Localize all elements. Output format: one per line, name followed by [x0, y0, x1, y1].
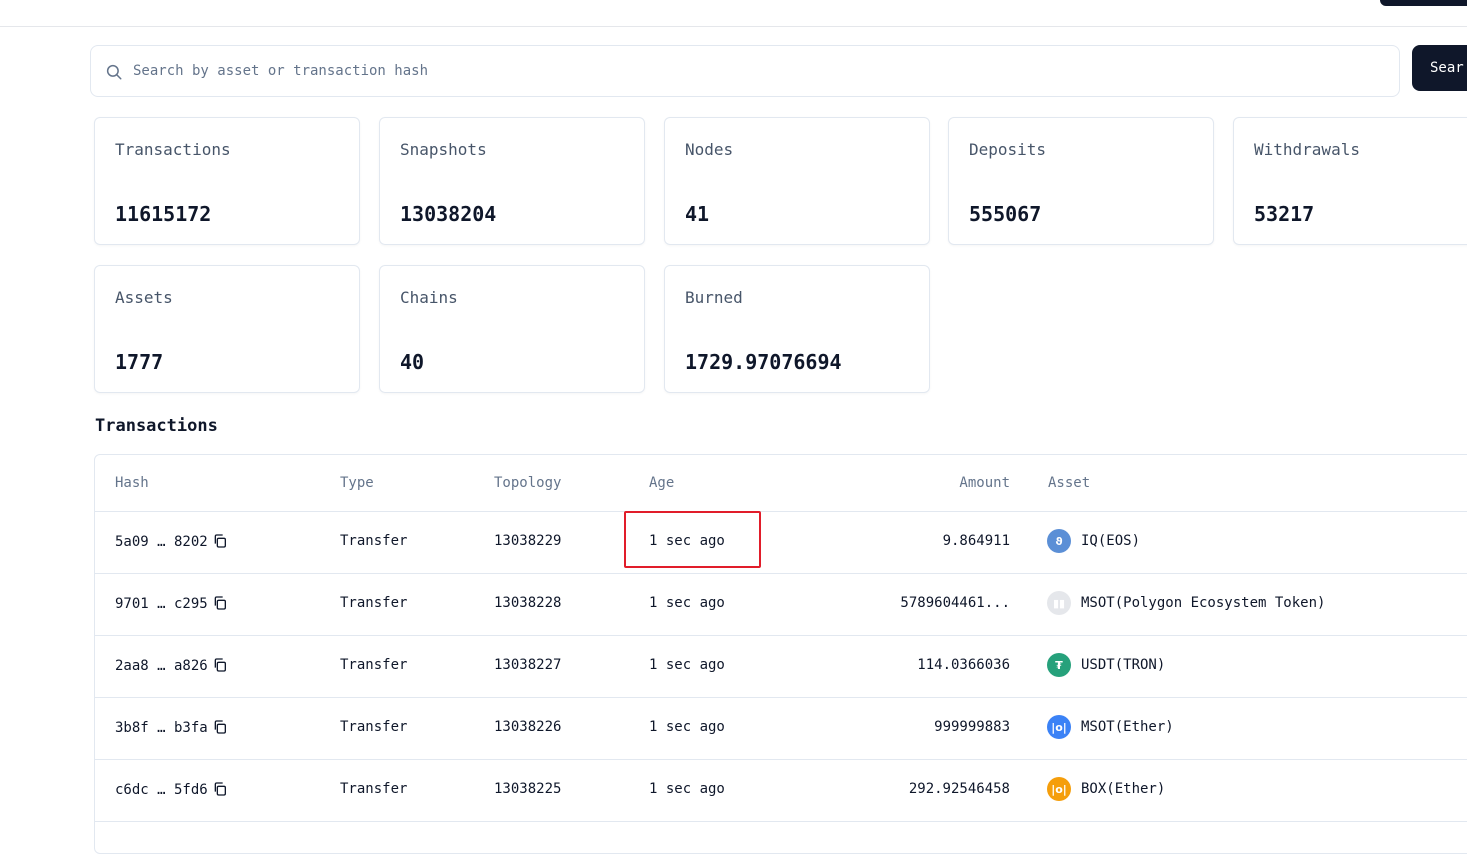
- search-input[interactable]: [133, 46, 1373, 96]
- amount-cell: 9.864911: [942, 533, 1010, 549]
- topology-cell: 13038227: [494, 657, 562, 673]
- asset-cell[interactable]: MSOT(Ether): [1081, 719, 1174, 735]
- section-title: Transactions: [95, 416, 218, 436]
- table-header: Hash Type Topology Age Amount Asset: [95, 455, 1467, 512]
- type-cell: Transfer: [340, 595, 408, 611]
- asset-cell[interactable]: MSOT(Polygon Ecosystem Token): [1081, 595, 1325, 611]
- table-row[interactable]: 9701 … c295 Transfer 13038228 1 sec ago …: [95, 573, 1467, 636]
- stat-label: Burned: [685, 288, 743, 307]
- hash-cell[interactable]: 3b8f … b3fa: [115, 719, 228, 736]
- copy-icon[interactable]: [212, 781, 228, 797]
- type-cell: Transfer: [340, 781, 408, 797]
- stat-label: Snapshots: [400, 140, 487, 159]
- stat-value: 41: [685, 202, 710, 226]
- hash-link[interactable]: 2aa8 … a826: [115, 658, 208, 674]
- search-icon: [106, 64, 122, 80]
- age-cell: 1 sec ago: [649, 781, 725, 797]
- stat-value: 11615172: [115, 202, 212, 226]
- type-cell: Transfer: [340, 533, 408, 549]
- stat-label: Transactions: [115, 140, 231, 159]
- copy-icon[interactable]: [212, 719, 228, 735]
- search-bar[interactable]: [90, 45, 1400, 97]
- stat-card-assets: Assets 1777: [94, 265, 360, 393]
- amount-cell: 114.0366036: [917, 657, 1010, 673]
- stat-card-deposits: Deposits 555067: [948, 117, 1214, 245]
- hash-cell[interactable]: 5a09 … 8202: [115, 533, 228, 550]
- topology-cell: 13038228: [494, 595, 562, 611]
- hash-link[interactable]: 5a09 … 8202: [115, 534, 208, 550]
- asset-cell[interactable]: BOX(Ether): [1081, 781, 1165, 797]
- age-cell: 1 sec ago: [649, 595, 725, 611]
- type-cell: Transfer: [340, 657, 408, 673]
- amount-cell: 292.92546458: [908, 781, 1010, 797]
- stat-card-snapshots: Snapshots 13038204: [379, 117, 645, 245]
- column-header-asset: Asset: [1048, 475, 1091, 491]
- stat-label: Withdrawals: [1254, 140, 1360, 159]
- stat-value: 1729.97076694: [685, 350, 842, 374]
- column-header-type: Type: [340, 475, 374, 491]
- stat-value: 40: [400, 350, 425, 374]
- search-button[interactable]: Sear: [1412, 45, 1467, 91]
- asset-iq-icon: ϑ: [1047, 529, 1071, 553]
- table-row[interactable]: 3b8f … b3fa Transfer 13038226 1 sec ago …: [95, 697, 1467, 760]
- age-cell: 1 sec ago: [649, 657, 725, 673]
- copy-icon[interactable]: [212, 595, 228, 611]
- hash-cell[interactable]: 9701 … c295: [115, 595, 228, 612]
- table-row[interactable]: c6dc … 5fd6 Transfer 13038225 1 sec ago …: [95, 759, 1467, 822]
- transactions-table: Hash Type Topology Age Amount Asset 5a09…: [94, 454, 1467, 854]
- amount-cell: 999999883: [934, 719, 1010, 735]
- header-divider: [0, 26, 1467, 27]
- asset-usdt-icon: ₮: [1047, 653, 1071, 677]
- asset-cell[interactable]: USDT(TRON): [1081, 657, 1165, 673]
- type-cell: Transfer: [340, 719, 408, 735]
- table-row[interactable]: 5a09 … 8202 Transfer 13038229 1 sec ago …: [95, 511, 1467, 574]
- column-header-hash: Hash: [115, 475, 149, 491]
- stat-card-withdrawals: Withdrawals 53217: [1233, 117, 1467, 245]
- amount-cell: 5789604461...: [900, 595, 1010, 611]
- stat-card-transactions: Transactions 11615172: [94, 117, 360, 245]
- stat-card-chains: Chains 40: [379, 265, 645, 393]
- stat-value: 13038204: [400, 202, 497, 226]
- stat-value: 1777: [115, 350, 164, 374]
- copy-icon[interactable]: [212, 657, 228, 673]
- stat-card-burned: Burned 1729.97076694: [664, 265, 930, 393]
- column-header-topology: Topology: [494, 475, 562, 491]
- stat-label: Chains: [400, 288, 458, 307]
- column-header-age: Age: [649, 475, 675, 491]
- column-header-amount: Amount: [959, 475, 1010, 491]
- age-cell: 1 sec ago: [649, 719, 725, 735]
- hash-link[interactable]: 3b8f … b3fa: [115, 720, 208, 736]
- stat-card-nodes: Nodes 41: [664, 117, 930, 245]
- header-action-button[interactable]: [1380, 0, 1467, 6]
- table-row[interactable]: 2aa8 … a826 Transfer 13038227 1 sec ago …: [95, 635, 1467, 698]
- stat-value: 53217: [1254, 202, 1315, 226]
- stat-label: Deposits: [969, 140, 1047, 159]
- hash-link[interactable]: c6dc … 5fd6: [115, 782, 208, 798]
- topology-cell: 13038229: [494, 533, 562, 549]
- hash-link[interactable]: 9701 … c295: [115, 596, 208, 612]
- copy-icon[interactable]: [212, 533, 228, 549]
- asset-msot-ether-icon: |o|: [1047, 715, 1071, 739]
- stat-label: Assets: [115, 288, 173, 307]
- hash-cell[interactable]: 2aa8 … a826: [115, 657, 228, 674]
- stat-value: 555067: [969, 202, 1042, 226]
- asset-cell[interactable]: IQ(EOS): [1081, 533, 1140, 549]
- topology-cell: 13038225: [494, 781, 562, 797]
- hash-cell[interactable]: c6dc … 5fd6: [115, 781, 228, 798]
- asset-box-icon: |o|: [1047, 777, 1071, 801]
- asset-msot-polygon-icon: ▮▮: [1047, 591, 1071, 615]
- topology-cell: 13038226: [494, 719, 562, 735]
- annotation-highlight-box: [624, 511, 761, 568]
- stat-label: Nodes: [685, 140, 734, 159]
